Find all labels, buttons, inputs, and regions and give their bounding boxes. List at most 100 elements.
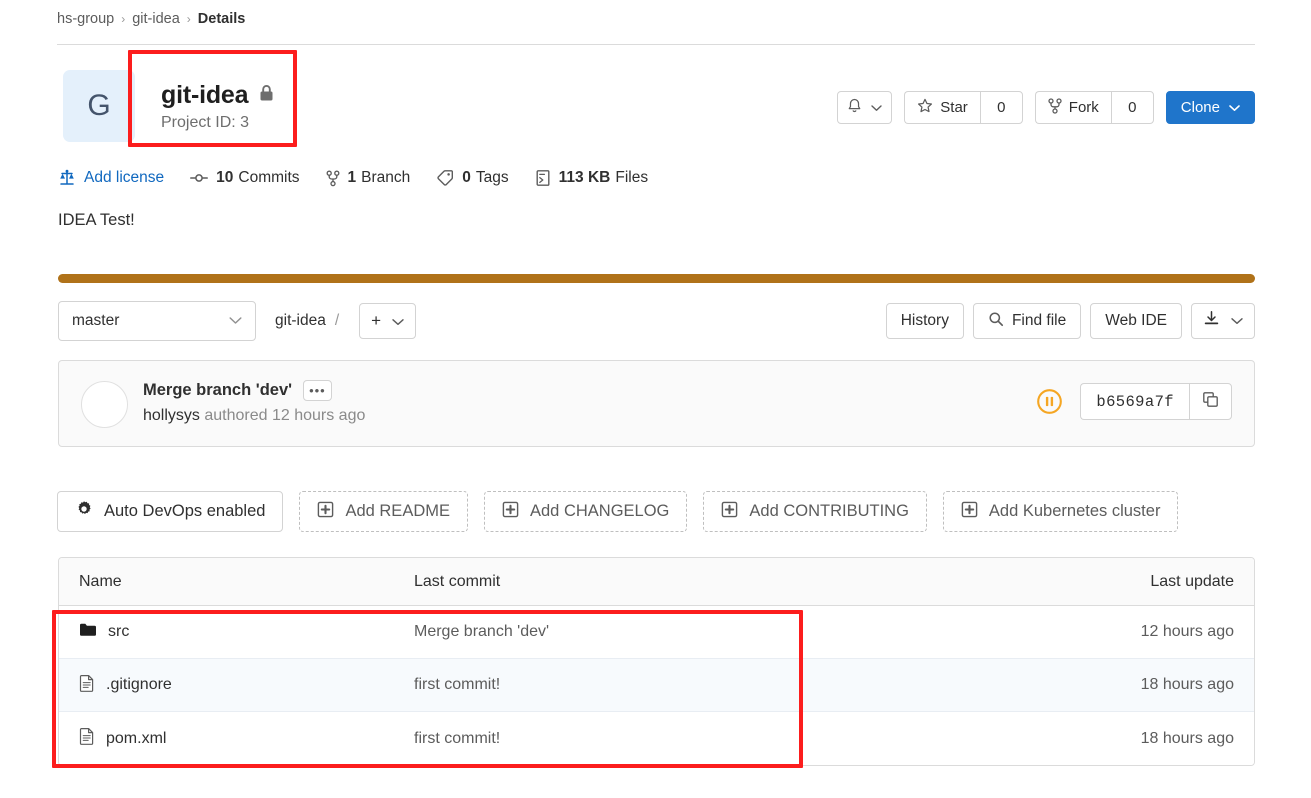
commit-right-group: b6569a7f: [1035, 383, 1232, 420]
add-contributing-label: Add CONTRIBUTING: [749, 502, 909, 520]
language-segment-java[interactable]: [58, 274, 1255, 283]
folder-icon: [79, 622, 97, 642]
breadcrumb-item-details[interactable]: Details: [198, 11, 246, 27]
file-last-commit-message[interactable]: first commit!: [414, 730, 500, 747]
star-count[interactable]: 0: [979, 91, 1023, 124]
stat-files-size[interactable]: 113 KB Files: [535, 169, 648, 187]
plus-square-icon: [961, 501, 978, 523]
breadcrumb-item-group[interactable]: hs-group: [57, 11, 114, 27]
table-row[interactable]: src Merge branch 'dev' 12 hours ago: [59, 606, 1254, 659]
commit-author-avatar[interactable]: [81, 381, 128, 428]
file-name[interactable]: .gitignore: [106, 676, 172, 694]
auto-devops-label: Auto DevOps enabled: [104, 502, 266, 520]
chevron-down-icon: [1231, 312, 1243, 330]
search-icon: [988, 311, 1004, 332]
file-last-commit-message[interactable]: Merge branch 'dev': [414, 623, 549, 640]
pipeline-status-pending-icon[interactable]: [1035, 387, 1064, 416]
find-file-button[interactable]: Find file: [972, 303, 1082, 339]
stat-tags[interactable]: 0 Tags: [436, 169, 509, 187]
file-last-update-cell: 18 hours ago: [1140, 729, 1234, 747]
repository-path-breadcrumb: git-idea /: [275, 312, 348, 330]
tag-icon: [436, 169, 454, 187]
project-stats-row: Add license 10 Commits 1 Branch 0 Tags 1…: [58, 169, 674, 187]
file-last-commit-message[interactable]: first commit!: [414, 676, 500, 693]
plus-square-icon: [502, 501, 519, 523]
commit-expand-button[interactable]: •••: [303, 380, 332, 401]
auto-devops-button[interactable]: Auto DevOps enabled: [57, 491, 284, 532]
fork-button-group[interactable]: Fork 0: [1034, 91, 1154, 124]
add-changelog-button[interactable]: Add CHANGELOG: [484, 491, 688, 532]
find-file-label: Find file: [1011, 312, 1067, 329]
add-readme-label: Add README: [345, 502, 450, 520]
notification-dropdown-button[interactable]: [837, 91, 893, 124]
star-label: Star: [940, 99, 968, 116]
stat-count: 10: [216, 169, 234, 186]
project-title-block: git-idea Project ID: 3: [161, 81, 274, 132]
file-name-cell: src: [59, 622, 414, 642]
stat-label: Branch: [361, 169, 411, 186]
commit-author[interactable]: hollysys: [143, 407, 200, 424]
chevron-down-icon: [392, 311, 404, 331]
file-last-commit-cell: first commit!: [414, 730, 1039, 748]
commit-info: Merge branch 'dev' ••• hollysys authored…: [143, 380, 365, 425]
table-row[interactable]: pom.xml first commit! 18 hours ago: [59, 712, 1254, 765]
add-changelog-label: Add CHANGELOG: [530, 502, 670, 520]
column-header-last-update: Last update: [1150, 572, 1234, 590]
fork-icon: [1048, 97, 1062, 118]
history-button[interactable]: History: [885, 303, 964, 339]
language-bar: [58, 274, 1255, 283]
commit-timestamp: authored 12 hours ago: [204, 407, 366, 424]
commit-message[interactable]: Merge branch 'dev': [143, 381, 292, 400]
file-table-header: Name Last commit Last update: [59, 558, 1254, 606]
path-separator: /: [334, 312, 340, 329]
copy-sha-button[interactable]: [1189, 383, 1232, 420]
download-icon: [1203, 310, 1220, 332]
stat-add-license[interactable]: Add license: [58, 169, 164, 187]
history-label: History: [900, 312, 949, 329]
file-name-cell: pom.xml: [59, 727, 414, 750]
branch-selector[interactable]: master: [58, 301, 256, 341]
star-button-group[interactable]: Star 0: [904, 91, 1023, 124]
fork-count[interactable]: 0: [1110, 91, 1154, 124]
stat-commits[interactable]: 10 Commits: [190, 169, 300, 187]
add-contributing-button[interactable]: Add CONTRIBUTING: [703, 491, 927, 532]
commit-sha-group: b6569a7f: [1080, 383, 1232, 420]
breadcrumb: hs-group › git-idea › Details: [57, 11, 245, 27]
table-row[interactable]: .gitignore first commit! 18 hours ago: [59, 659, 1254, 712]
file-last-update-cell: 18 hours ago: [1140, 676, 1234, 693]
web-ide-button[interactable]: Web IDE: [1090, 303, 1182, 339]
commit-sha[interactable]: b6569a7f: [1080, 383, 1189, 420]
clone-button[interactable]: Clone: [1165, 91, 1255, 124]
add-kubernetes-cluster-button[interactable]: Add Kubernetes cluster: [942, 491, 1179, 532]
repository-toolbar: master git-idea / + History Find file We…: [58, 301, 1255, 341]
project-header: G git-idea Project ID: 3 Star 0 Fork 0 C…: [57, 62, 1255, 158]
path-root-link[interactable]: git-idea: [275, 312, 326, 330]
commit-meta: hollysys authored 12 hours ago: [143, 407, 365, 425]
plus-icon: +: [371, 311, 382, 330]
project-description: IDEA Test!: [58, 211, 135, 229]
add-kubernetes-label: Add Kubernetes cluster: [988, 502, 1161, 520]
add-to-repository-button[interactable]: +: [359, 303, 417, 339]
clone-label: Clone: [1180, 99, 1220, 116]
stat-label: Files: [615, 169, 649, 186]
chevron-down-icon: [871, 99, 882, 116]
repository-setup-buttons: Auto DevOps enabled Add README Add CHANG…: [57, 491, 1179, 532]
gitlab-project-details-page: hs-group › git-idea › Details G git-idea…: [0, 0, 1311, 798]
stat-branches[interactable]: 1 Branch: [326, 169, 411, 187]
download-dropdown-button[interactable]: [1191, 303, 1255, 339]
file-name[interactable]: pom.xml: [106, 730, 166, 748]
breadcrumb-item-project[interactable]: git-idea: [132, 11, 180, 27]
repository-toolbar-right: History Find file Web IDE: [885, 303, 1255, 339]
stat-label: Commits: [238, 169, 300, 186]
plus-square-icon: [317, 501, 334, 523]
breadcrumb-separator-icon: ›: [186, 12, 191, 26]
fork-button[interactable]: Fork: [1034, 91, 1111, 124]
file-last-commit-cell: Merge branch 'dev': [414, 623, 1039, 641]
scale-icon: [58, 169, 76, 187]
bell-icon: [847, 98, 862, 118]
file-name[interactable]: src: [108, 623, 129, 641]
star-button[interactable]: Star: [904, 91, 980, 124]
file-list-table: Name Last commit Last update src Merge b…: [58, 557, 1255, 766]
add-readme-button[interactable]: Add README: [299, 491, 468, 532]
file-name-cell: .gitignore: [59, 674, 414, 697]
